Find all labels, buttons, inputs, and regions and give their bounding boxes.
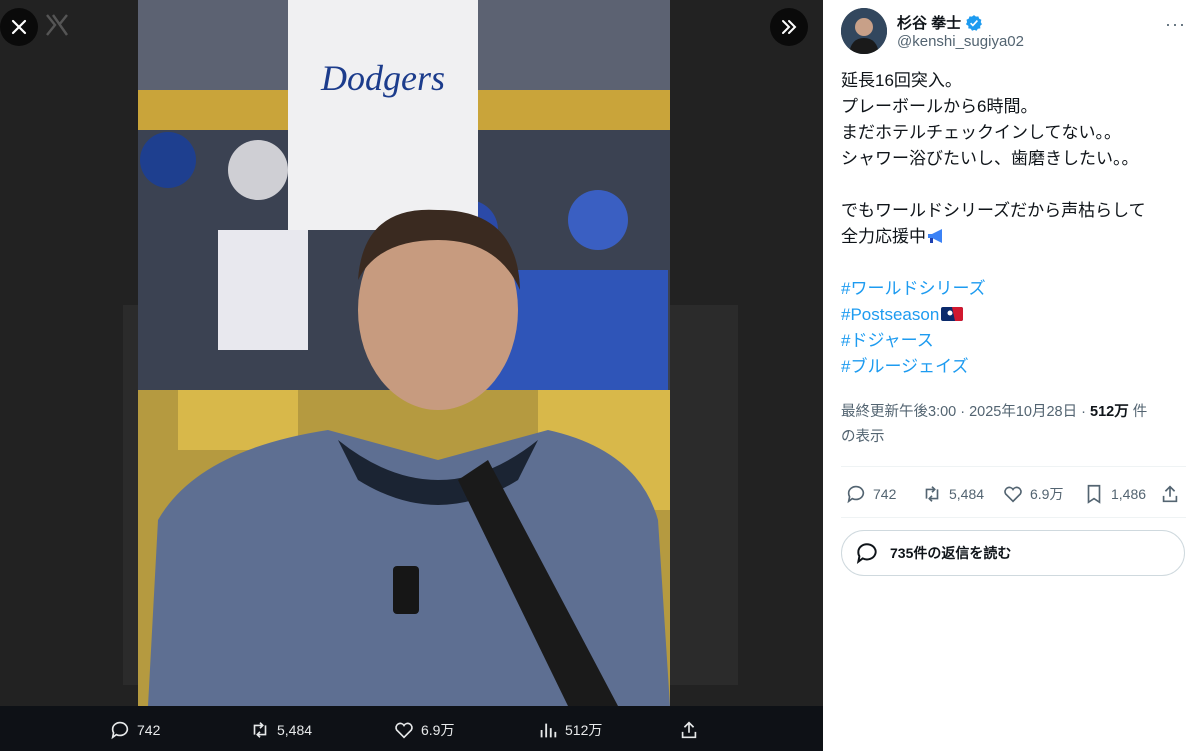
- viewer-views-button[interactable]: 512万: [537, 719, 602, 741]
- share-icon: [1162, 485, 1178, 503]
- share-icon: [681, 721, 697, 739]
- avatar[interactable]: [841, 8, 887, 54]
- bookmark-button[interactable]: 1,486: [1083, 483, 1146, 505]
- viewer-like-count: 6.9万: [421, 722, 455, 738]
- tweet-actions: 742 5,484 6.9万 1,486: [841, 480, 1186, 510]
- tweet-spacer: [841, 250, 1186, 276]
- retweet-icon: [253, 722, 267, 738]
- hashtag-link[interactable]: #ワールドシリーズ: [841, 276, 1186, 302]
- views-count: 512万: [1090, 404, 1129, 420]
- tweet-line-with-emoji: 全力応援中: [841, 224, 1186, 250]
- read-replies-button[interactable]: 735件の返信を読む: [841, 530, 1185, 576]
- viewer-action-bar: 742 5,484 6.9万 512万: [0, 706, 823, 751]
- tweet-line: シャワー浴びたいし、歯磨きしたい。。: [841, 149, 1139, 168]
- retweet-button[interactable]: 5,484: [921, 483, 984, 505]
- more-options-icon[interactable]: ···: [1165, 14, 1186, 35]
- reply-count: 742: [873, 486, 897, 502]
- double-chevron-right-icon: [782, 20, 797, 34]
- tweet-text: 延長16回突入。 プレーボールから6時間。 まだホテルチェックインしてない。。 …: [841, 68, 1186, 380]
- reply-icon: [111, 721, 129, 740]
- views-label-2: の表示: [841, 429, 885, 445]
- tweet-timestamp[interactable]: 最終更新午後3:00 · 2025年10月28日 ·: [841, 404, 1090, 420]
- share-button[interactable]: [1159, 483, 1181, 505]
- analytics-icon: [540, 723, 557, 738]
- tweet-meta: 最終更新午後3:00 · 2025年10月28日 · 512万 件 の表示: [841, 400, 1186, 450]
- read-replies-label: 735件の返信を読む: [890, 545, 1012, 561]
- viewer-retweet-button[interactable]: 5,484: [249, 719, 312, 741]
- hashtag-link[interactable]: #ブルージェイズ: [841, 354, 1186, 380]
- bookmark-icon: [1087, 484, 1101, 504]
- tweet-line: プレーボールから6時間。: [841, 97, 1038, 116]
- viewer-reply-count: 742: [137, 722, 161, 738]
- viewer-share-button[interactable]: [678, 719, 700, 741]
- tweet-line: でもワールドシリーズだから声枯らして: [841, 201, 1146, 220]
- like-button[interactable]: 6.9万: [1002, 483, 1063, 505]
- heart-icon: [1004, 486, 1022, 503]
- tweet-photo[interactable]: Dodgers: [138, 0, 670, 706]
- like-count: 6.9万: [1030, 486, 1064, 502]
- author-handle[interactable]: @kenshi_sugiya02: [897, 33, 1024, 50]
- megaphone-icon: [928, 229, 942, 243]
- divider: [841, 466, 1186, 467]
- viewer-reply-button[interactable]: 742: [109, 719, 160, 741]
- svg-text:Dodgers: Dodgers: [320, 58, 445, 98]
- hashtag-link[interactable]: #ドジャース: [841, 328, 1186, 354]
- bookmark-count: 1,486: [1111, 486, 1147, 502]
- close-button[interactable]: [0, 8, 38, 46]
- photo-image: Dodgers: [138, 0, 670, 706]
- expand-panel-button[interactable]: [770, 8, 808, 46]
- tweet-panel: 杉谷 拳士 @kenshi_sugiya02 ··· 延長16回突入。 プレーボ…: [823, 0, 1199, 751]
- tweet-line-text: 全力応援中: [841, 227, 926, 246]
- hashtag-row: #Postseason: [841, 302, 1186, 328]
- x-logo-icon[interactable]: [44, 12, 70, 43]
- reply-icon: [847, 485, 865, 504]
- divider: [841, 517, 1186, 518]
- viewer-like-button[interactable]: 6.9万: [393, 719, 454, 741]
- tweet-line: 延長16回突入。: [841, 71, 962, 90]
- media-viewer: Dodgers 742 5,484 6.9万 512万: [0, 0, 823, 751]
- retweet-icon: [925, 486, 939, 502]
- mlb-logo-icon: [941, 307, 964, 321]
- reply-button[interactable]: 742: [845, 483, 896, 505]
- retweet-count: 5,484: [949, 486, 985, 502]
- views-label: 件: [1128, 404, 1148, 420]
- heart-icon: [395, 722, 413, 739]
- hashtag-link[interactable]: #Postseason: [841, 305, 939, 324]
- author-name-row[interactable]: 杉谷 拳士: [897, 12, 983, 33]
- close-icon: [11, 19, 27, 35]
- viewer-views-count: 512万: [565, 722, 603, 738]
- tweet-line: まだホテルチェックインしてない。。: [841, 123, 1121, 142]
- reply-icon: [856, 543, 877, 564]
- author-name: 杉谷 拳士: [897, 15, 962, 32]
- tweet-header: 杉谷 拳士 @kenshi_sugiya02 ···: [841, 8, 1186, 54]
- tweet-line: [841, 172, 1186, 198]
- viewer-retweet-count: 5,484: [277, 722, 313, 738]
- verified-badge-icon: [966, 14, 983, 31]
